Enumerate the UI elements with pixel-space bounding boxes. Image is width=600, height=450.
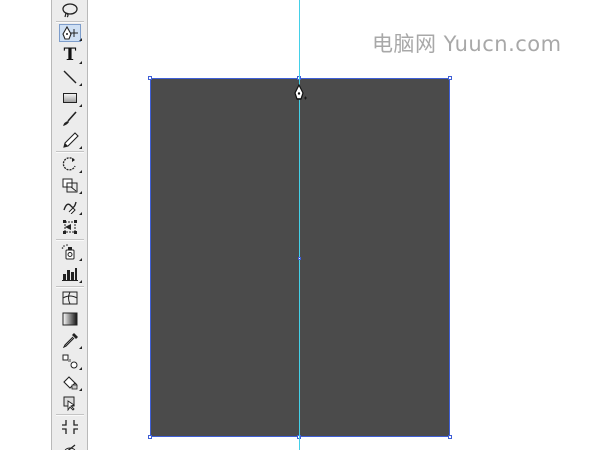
type-tool-icon[interactable]: T — [60, 46, 82, 64]
live-paint-bucket-tool-icon[interactable] — [60, 373, 82, 391]
crop-area-tool-icon[interactable] — [60, 418, 80, 436]
toolbar-separator — [56, 239, 84, 241]
rectangle-tool-icon[interactable] — [60, 89, 82, 107]
toolbar-separator — [56, 21, 84, 23]
column-graph-tool-icon[interactable] — [60, 265, 82, 283]
illustrator-workspace: T 电脑网 Yuucn.com — [0, 0, 600, 450]
pen-cursor-icon — [292, 83, 308, 104]
anchor-point-top-right[interactable] — [448, 76, 452, 80]
anchor-point-bottom-right[interactable] — [448, 435, 452, 439]
toolbar-separator — [56, 414, 84, 416]
scissors-tool-icon[interactable] — [60, 440, 80, 450]
pencil-tool-icon[interactable] — [60, 131, 82, 149]
line-segment-tool-icon[interactable] — [60, 68, 82, 86]
lasso-tool-icon[interactable] — [60, 1, 80, 19]
scale-tool-icon[interactable] — [60, 176, 82, 194]
paintbrush-tool-icon[interactable] — [60, 110, 80, 128]
symbol-sprayer-tool-icon[interactable] — [60, 243, 82, 261]
pen-tool-icon[interactable] — [59, 24, 82, 42]
eyedropper-tool-icon[interactable] — [60, 331, 82, 349]
blend-tool-icon[interactable] — [60, 352, 82, 370]
mesh-tool-icon[interactable] — [60, 289, 80, 307]
free-transform-tool-icon[interactable] — [60, 218, 80, 236]
rotate-tool-icon[interactable] — [60, 155, 82, 173]
toolbar-separator — [56, 286, 84, 288]
warp-tool-icon[interactable] — [60, 197, 82, 215]
watermark-text: 电脑网 Yuucn.com — [372, 32, 562, 56]
live-paint-selection-tool-icon[interactable] — [60, 394, 80, 412]
anchor-point-bottom-left[interactable] — [148, 435, 152, 439]
toolbar-separator — [56, 151, 84, 153]
anchor-point-top-left[interactable] — [148, 76, 152, 80]
vertical-guide-line[interactable] — [299, 0, 300, 450]
center-point — [298, 257, 301, 260]
tools-panel: T — [51, 0, 88, 450]
gradient-tool-icon[interactable] — [60, 310, 80, 328]
